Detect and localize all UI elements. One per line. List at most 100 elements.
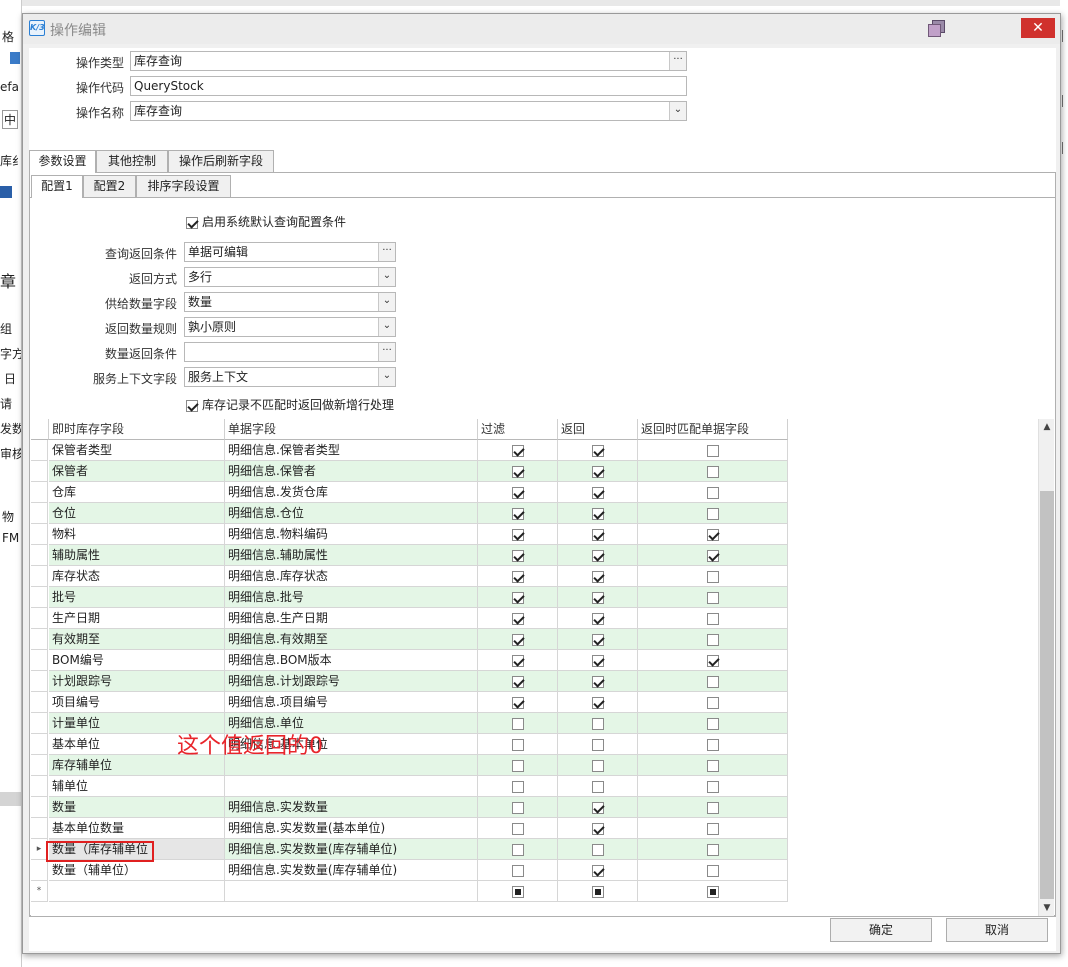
match-checkbox[interactable] bbox=[706, 654, 719, 667]
table-row[interactable]: 基本单位 明细信息.基本单位 bbox=[31, 734, 788, 755]
filter-cell[interactable] bbox=[478, 818, 558, 839]
match-cell[interactable] bbox=[638, 629, 788, 650]
stock-field-cell[interactable]: 辅单位 bbox=[49, 776, 225, 797]
return-cell[interactable] bbox=[558, 503, 638, 524]
chevron-down-icon[interactable]: ⌄ bbox=[378, 318, 395, 336]
operation-name-select[interactable]: 库存查询 ⌄ bbox=[130, 101, 687, 121]
column-header-bill-field[interactable]: 单据字段 bbox=[225, 419, 478, 440]
filter-checkbox[interactable] bbox=[511, 570, 524, 583]
filter-checkbox[interactable] bbox=[511, 780, 524, 793]
grid-vertical-scrollbar[interactable]: ▲ ▼ bbox=[1038, 419, 1054, 916]
stock-field-cell[interactable]: BOM编号 bbox=[49, 650, 225, 671]
filter-cell[interactable] bbox=[478, 671, 558, 692]
stock-field-cell[interactable]: 数量 bbox=[49, 797, 225, 818]
match-cell[interactable] bbox=[638, 587, 788, 608]
filter-cell[interactable] bbox=[478, 524, 558, 545]
row-header[interactable] bbox=[31, 860, 48, 881]
filter-checkbox[interactable] bbox=[511, 612, 524, 625]
return-cell[interactable] bbox=[558, 671, 638, 692]
table-row[interactable]: 保管者 明细信息.保管者 bbox=[31, 461, 788, 482]
match-checkbox[interactable] bbox=[706, 486, 719, 499]
filter-checkbox[interactable] bbox=[511, 696, 524, 709]
bill-field-cell[interactable]: 明细信息.库存状态 bbox=[225, 566, 478, 587]
filter-cell[interactable] bbox=[478, 566, 558, 587]
table-row[interactable]: 库存状态 明细信息.库存状态 bbox=[31, 566, 788, 587]
match-checkbox[interactable] bbox=[706, 801, 719, 814]
return-checkbox[interactable] bbox=[591, 654, 604, 667]
match-checkbox[interactable] bbox=[706, 885, 719, 898]
chevron-down-icon[interactable]: ⌄ bbox=[378, 293, 395, 311]
return-checkbox[interactable] bbox=[591, 549, 604, 562]
filter-cell[interactable] bbox=[478, 629, 558, 650]
return-checkbox[interactable] bbox=[591, 633, 604, 646]
match-cell[interactable] bbox=[638, 503, 788, 524]
tab-refresh-fields[interactable]: 操作后刷新字段 bbox=[168, 150, 274, 172]
match-cell[interactable] bbox=[638, 461, 788, 482]
table-row[interactable]: 库存辅单位 bbox=[31, 755, 788, 776]
match-cell[interactable] bbox=[638, 734, 788, 755]
stock-field-cell[interactable]: 仓位 bbox=[49, 503, 225, 524]
match-cell[interactable] bbox=[638, 797, 788, 818]
match-cell[interactable] bbox=[638, 692, 788, 713]
row-header[interactable] bbox=[31, 608, 48, 629]
row-header[interactable] bbox=[31, 713, 48, 734]
filter-checkbox[interactable] bbox=[511, 717, 524, 730]
return-cell[interactable] bbox=[558, 461, 638, 482]
match-checkbox[interactable] bbox=[706, 864, 719, 877]
tab-config2[interactable]: 配置2 bbox=[83, 175, 136, 197]
table-row[interactable]: 保管者类型 明细信息.保管者类型 bbox=[31, 440, 788, 461]
new-row[interactable]: * bbox=[31, 881, 788, 902]
return-checkbox[interactable] bbox=[591, 822, 604, 835]
row-header[interactable] bbox=[31, 776, 48, 797]
bill-field-cell[interactable]: 明细信息.计划跟踪号 bbox=[225, 671, 478, 692]
service-ctx-field-select[interactable]: 服务上下文 ⌄ bbox=[184, 367, 396, 387]
return-checkbox[interactable] bbox=[591, 612, 604, 625]
match-checkbox[interactable] bbox=[706, 444, 719, 457]
return-cell[interactable] bbox=[558, 755, 638, 776]
filter-checkbox[interactable] bbox=[511, 549, 524, 562]
match-checkbox[interactable] bbox=[706, 675, 719, 688]
return-cell[interactable] bbox=[558, 650, 638, 671]
match-cell[interactable] bbox=[638, 545, 788, 566]
cancel-button[interactable]: 取消 bbox=[946, 918, 1048, 942]
row-header[interactable] bbox=[31, 482, 48, 503]
return-checkbox[interactable] bbox=[591, 843, 604, 856]
return-checkbox[interactable] bbox=[591, 780, 604, 793]
row-header[interactable]: * bbox=[31, 881, 48, 902]
bill-field-cell[interactable]: 明细信息.项目编号 bbox=[225, 692, 478, 713]
no-match-new-row-checkbox[interactable]: 库存记录不匹配时返回做新增行处理 bbox=[186, 396, 394, 413]
filter-cell[interactable] bbox=[478, 482, 558, 503]
return-cell[interactable] bbox=[558, 629, 638, 650]
match-cell[interactable] bbox=[638, 818, 788, 839]
scroll-down-icon[interactable]: ▼ bbox=[1039, 900, 1055, 916]
enable-default-query-checkbox[interactable]: 启用系统默认查询配置条件 bbox=[186, 213, 346, 230]
filter-cell[interactable] bbox=[478, 860, 558, 881]
stock-field-cell[interactable]: 数量（辅单位） bbox=[49, 860, 225, 881]
column-header-match[interactable]: 返回时匹配单据字段 bbox=[638, 419, 788, 440]
filter-cell[interactable] bbox=[478, 650, 558, 671]
checkbox[interactable] bbox=[186, 399, 198, 412]
return-checkbox[interactable] bbox=[591, 528, 604, 541]
bill-field-cell[interactable] bbox=[225, 881, 478, 902]
match-checkbox[interactable] bbox=[706, 696, 719, 709]
filter-cell[interactable] bbox=[478, 797, 558, 818]
return-checkbox[interactable] bbox=[591, 885, 604, 898]
row-header[interactable] bbox=[31, 587, 48, 608]
stock-field-cell[interactable]: 基本单位数量 bbox=[49, 818, 225, 839]
stock-field-cell[interactable]: 保管者类型 bbox=[49, 440, 225, 461]
filter-checkbox[interactable] bbox=[511, 465, 524, 478]
filter-checkbox[interactable] bbox=[511, 591, 524, 604]
return-cell[interactable] bbox=[558, 713, 638, 734]
table-row[interactable]: 辅助属性 明细信息.辅助属性 bbox=[31, 545, 788, 566]
filter-cell[interactable] bbox=[478, 587, 558, 608]
match-cell[interactable] bbox=[638, 671, 788, 692]
title-bar[interactable]: K/3 操作编辑 ✕ bbox=[23, 14, 1060, 44]
bill-field-cell[interactable]: 明细信息.实发数量(库存辅单位) bbox=[225, 839, 478, 860]
filter-cell[interactable] bbox=[478, 713, 558, 734]
match-cell[interactable] bbox=[638, 839, 788, 860]
filter-checkbox[interactable] bbox=[511, 801, 524, 814]
close-button[interactable]: ✕ bbox=[1021, 18, 1055, 38]
row-header[interactable] bbox=[31, 797, 48, 818]
filter-checkbox[interactable] bbox=[511, 486, 524, 499]
return-checkbox[interactable] bbox=[591, 864, 604, 877]
